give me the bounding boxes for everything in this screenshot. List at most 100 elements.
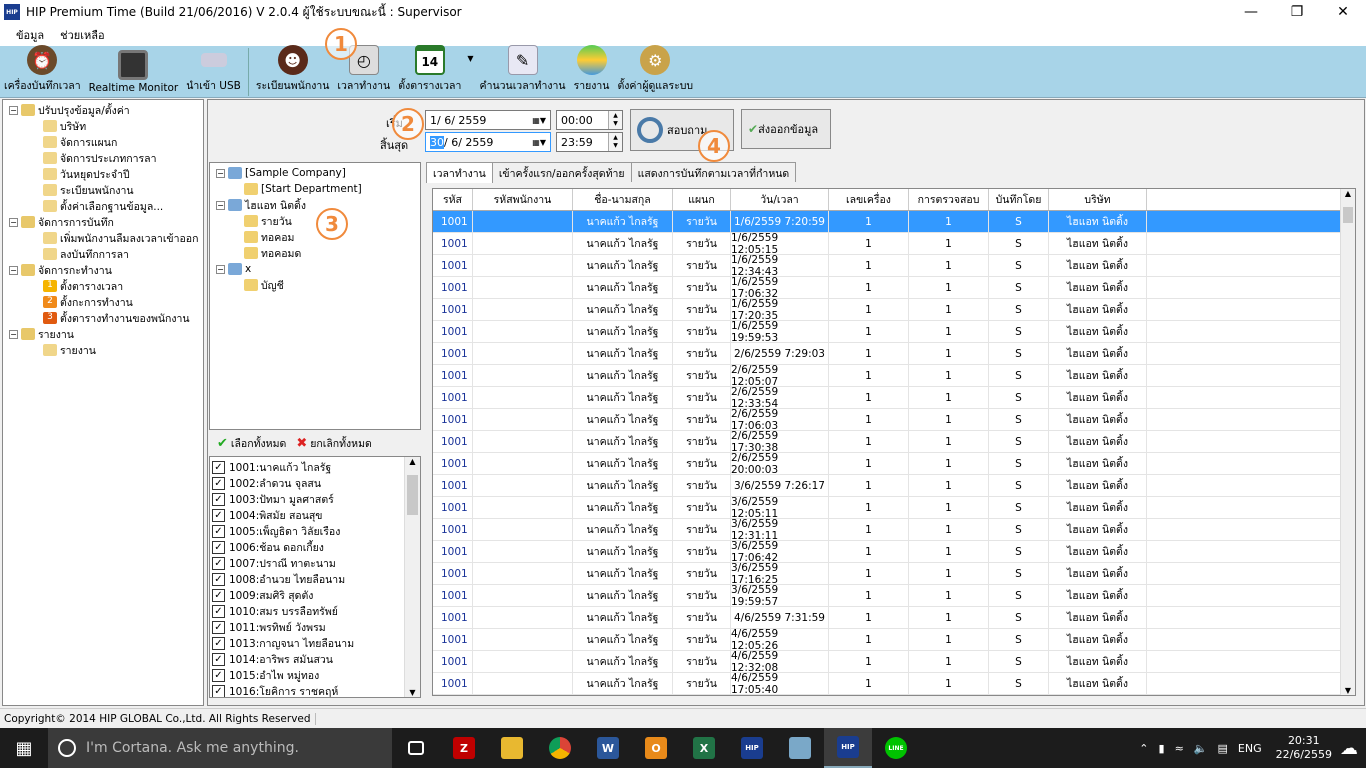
checkbox[interactable]: ✓: [212, 620, 225, 634]
battery-icon[interactable]: ▮: [1159, 742, 1165, 755]
line-button[interactable]: LINE: [872, 728, 920, 768]
start-time-spinner[interactable]: ▲ ▼: [608, 111, 622, 129]
table-row[interactable]: 1001 นาคแก้ว ไกลรัฐ รายวัน 1/6/2559 7:20:59…: [433, 211, 1355, 233]
explorer-button[interactable]: [488, 728, 536, 768]
hip-app-button[interactable]: HIP: [728, 728, 776, 768]
employee-list-scrollbar[interactable]: ▲ ▼: [404, 457, 420, 697]
checkbox[interactable]: ✓: [212, 588, 225, 602]
table-row[interactable]: 1001 นาคแก้ว ไกลรัฐ รายวัน 3/6/2559 17:06:4…: [433, 540, 1355, 564]
employee-item[interactable]: ✓ 1014:อาริพร สมันสวน: [210, 651, 420, 667]
outlook-button[interactable]: O: [632, 728, 680, 768]
calendar-dropdown-icon[interactable]: ▦▼: [532, 138, 546, 147]
checkbox[interactable]: ✓: [212, 540, 225, 554]
org-tree-item[interactable]: − ไฮแอท นิตติ้ง: [216, 197, 306, 213]
table-scrollbar[interactable]: ▲ ▼: [1340, 189, 1355, 695]
cloud-icon[interactable]: ☁: [1340, 738, 1358, 759]
tree-item[interactable]: จัดการแผนก: [43, 134, 117, 150]
table-row[interactable]: 1001 นาคแก้ว ไกลรัฐ รายวัน 3/6/2559 12:05:1…: [433, 496, 1355, 520]
tree-item[interactable]: รายงาน: [43, 342, 96, 358]
clock[interactable]: 20:31 22/6/2559: [1276, 734, 1332, 762]
close-button[interactable]: ✕: [1320, 0, 1366, 24]
expander-icon[interactable]: −: [216, 168, 225, 178]
hip-premium-time-button[interactable]: HIP: [824, 728, 872, 768]
employee-item[interactable]: ✓ 1003:ปัทมา มูลศาสตร์: [210, 491, 420, 507]
calendar-dropdown-icon[interactable]: ▦▼: [532, 116, 546, 125]
employee-item[interactable]: ✓ 1005:เพ็ญธิดา วิลัยเรือง: [210, 523, 420, 539]
expander-icon[interactable]: −: [9, 217, 18, 227]
start-button[interactable]: ▦: [0, 728, 48, 768]
scroll-thumb[interactable]: [1343, 207, 1353, 223]
volume-icon[interactable]: 🔈: [1194, 742, 1208, 755]
scroll-thumb[interactable]: [407, 475, 418, 515]
admin-settings-button[interactable]: ⚙ ตั้งค่าผู้ดูแลระบบ: [613, 45, 697, 97]
column-header[interactable]: บริษัท: [1049, 189, 1147, 210]
schedule-dropdown-button[interactable]: ▼: [465, 45, 475, 97]
checkbox[interactable]: ✓: [212, 556, 225, 570]
show-hidden-icons[interactable]: ⌃: [1139, 742, 1148, 755]
tree-item[interactable]: 3 ตั้งตารางทำงานของพนักงาน: [43, 310, 190, 326]
schedule-button[interactable]: 14 ตั้งตารางเวลา: [394, 45, 465, 97]
end-time-spinner[interactable]: ▲ ▼: [608, 133, 622, 151]
select-all-button[interactable]: ✔ เลือกทั้งหมด: [217, 435, 286, 452]
language-indicator[interactable]: ENG: [1238, 742, 1262, 755]
column-header[interactable]: ชื่อ-นามสกุล: [573, 189, 673, 210]
table-row[interactable]: 1001 นาคแก้ว ไกลรัฐ รายวัน 4/6/2559 17:05:4…: [433, 672, 1355, 695]
tree-item[interactable]: ลงบันทึกการลา: [43, 246, 129, 262]
table-row[interactable]: 1001 นาคแก้ว ไกลรัฐ รายวัน 2/6/2559 7:29:03…: [433, 343, 1355, 365]
table-row[interactable]: 1001 นาคแก้ว ไกลรัฐ รายวัน 4/6/2559 7:31:59…: [433, 607, 1355, 629]
employee-item[interactable]: ✓ 1016:โยคิการ ราชคฤห์: [210, 683, 420, 697]
task-view-button[interactable]: [392, 728, 440, 768]
column-header[interactable]: วัน/เวลา: [731, 189, 829, 210]
org-tree-item[interactable]: [Start Department]: [244, 181, 362, 197]
expander-icon[interactable]: −: [216, 200, 225, 210]
start-time-field[interactable]: 00:00 ▲ ▼: [556, 110, 623, 130]
table-row[interactable]: 1001 นาคแก้ว ไกลรัฐ รายวัน 1/6/2559 12:05:1…: [433, 232, 1355, 256]
column-header[interactable]: รหัสพนักงาน: [473, 189, 573, 210]
checkbox[interactable]: ✓: [212, 524, 225, 538]
app-button[interactable]: [776, 728, 824, 768]
menu-help[interactable]: ช่วยเหลือ: [52, 26, 112, 44]
column-header[interactable]: แผนก: [673, 189, 731, 210]
org-tree-item[interactable]: ทอคอมด: [244, 245, 301, 261]
tree-item[interactable]: − ปรับปรุงข้อมูล/ตั้งค่า: [9, 102, 130, 118]
tree-item[interactable]: ตั้งค่าเลือกฐานข้อมูล...: [43, 198, 163, 214]
tab-worktime[interactable]: เวลาทำงาน: [426, 162, 493, 183]
table-row[interactable]: 1001 นาคแก้ว ไกลรัฐ รายวัน 2/6/2559 12:33:5…: [433, 386, 1355, 410]
table-row[interactable]: 1001 นาคแก้ว ไกลรัฐ รายวัน 3/6/2559 19:59:5…: [433, 584, 1355, 608]
employee-item[interactable]: ✓ 1004:พิสมัย สอนสุข: [210, 507, 420, 523]
table-row[interactable]: 1001 นาคแก้ว ไกลรัฐ รายวัน 2/6/2559 20:00:0…: [433, 452, 1355, 476]
table-row[interactable]: 1001 นาคแก้ว ไกลรัฐ รายวัน 1/6/2559 17:20:3…: [433, 298, 1355, 322]
chrome-button[interactable]: [536, 728, 584, 768]
column-header[interactable]: รหัส: [433, 189, 473, 210]
tree-item[interactable]: วันหยุดประจำปี: [43, 166, 130, 182]
employee-item[interactable]: ✓ 1015:อำไพ หมู่ทอง: [210, 667, 420, 683]
checkbox[interactable]: ✓: [212, 508, 225, 522]
table-row[interactable]: 1001 นาคแก้ว ไกลรัฐ รายวัน 3/6/2559 12:31:1…: [433, 518, 1355, 542]
tree-item[interactable]: 1 ตั้งตารางเวลา: [43, 278, 123, 294]
tree-item[interactable]: 2 ตั้งกะการทำงาน: [43, 294, 133, 310]
tree-item[interactable]: เพิ่มพนักงานลืมลงเวลาเข้าออก: [43, 230, 198, 246]
checkbox[interactable]: ✓: [212, 636, 225, 650]
org-tree-item[interactable]: − x: [216, 261, 251, 277]
start-date-picker[interactable]: 1/ 6/ 2559 ▦▼: [425, 110, 551, 130]
minimize-button[interactable]: —: [1228, 0, 1274, 24]
checkbox[interactable]: ✓: [212, 460, 225, 474]
checkbox[interactable]: ✓: [212, 652, 225, 666]
expander-icon[interactable]: −: [9, 265, 18, 275]
employee-item[interactable]: ✓ 1001:นาคแก้ว ไกลรัฐ: [210, 459, 420, 475]
org-tree-item[interactable]: − [Sample Company]: [216, 165, 346, 181]
table-row[interactable]: 1001 นาคแก้ว ไกลรัฐ รายวัน 4/6/2559 12:05:2…: [433, 628, 1355, 652]
checkbox[interactable]: ✓: [212, 684, 225, 697]
menu-data[interactable]: ข้อมูล: [8, 26, 52, 44]
table-row[interactable]: 1001 นาคแก้ว ไกลรัฐ รายวัน 1/6/2559 19:59:5…: [433, 320, 1355, 344]
table-row[interactable]: 1001 นาคแก้ว ไกลรัฐ รายวัน 4/6/2559 12:32:0…: [433, 650, 1355, 674]
employee-item[interactable]: ✓ 1010:สมร บรรลือทรัพย์: [210, 603, 420, 619]
employee-item[interactable]: ✓ 1002:ลำดวน จุลสน: [210, 475, 420, 491]
end-date-picker[interactable]: 30/ 6/ 2559 ▦▼: [425, 132, 551, 152]
tree-item[interactable]: − รายงาน: [9, 326, 74, 342]
checkbox[interactable]: ✓: [212, 492, 225, 506]
employee-item[interactable]: ✓ 1008:อำนวย ไทยลือนาม: [210, 571, 420, 587]
import-usb-button[interactable]: นำเข้า USB: [182, 45, 245, 97]
employee-item[interactable]: ✓ 1006:ช้อน ดอกเกี้ยง: [210, 539, 420, 555]
employee-records-button[interactable]: ☻ ระเบียนพนักงาน: [252, 45, 334, 97]
